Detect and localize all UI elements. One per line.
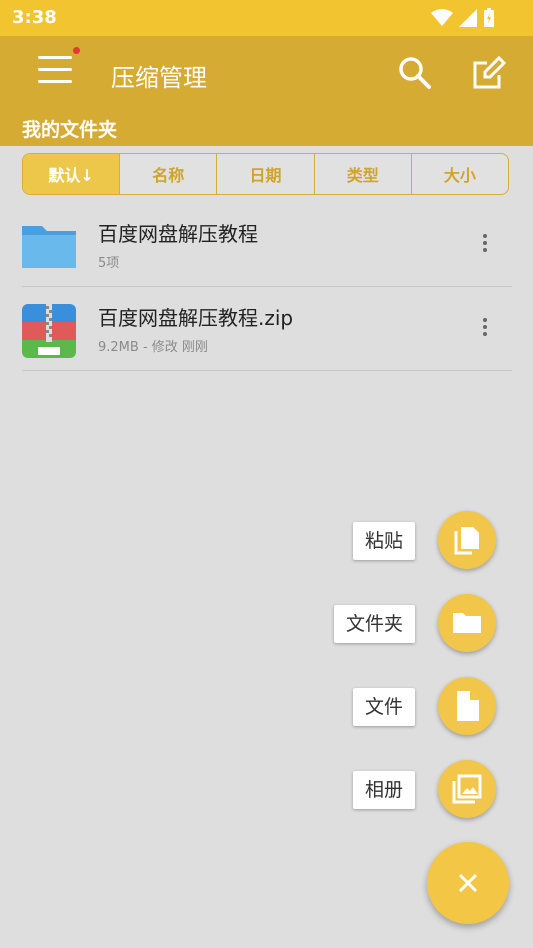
fab-label-folder[interactable]: 文件夹: [333, 605, 415, 643]
folder-icon: [22, 226, 76, 268]
sort-tab-type[interactable]: 类型: [313, 154, 411, 194]
sort-tab-name[interactable]: 名称: [119, 154, 216, 194]
edit-icon: [473, 55, 507, 89]
more-options-button[interactable]: [473, 316, 497, 340]
file-meta: 5项: [98, 256, 120, 271]
page-title: 压缩管理: [111, 64, 207, 92]
new-file-button[interactable]: [438, 677, 496, 735]
menu-icon-bar: [38, 80, 72, 83]
paste-icon: [454, 527, 479, 555]
sort-tab-size[interactable]: 大小: [410, 154, 508, 194]
sort-tabs: 默认↓ 名称 日期 类型 大小: [22, 153, 509, 195]
edit-button[interactable]: [471, 55, 507, 91]
new-folder-button[interactable]: [438, 594, 496, 652]
list-item[interactable]: 百度网盘解压教程 5项: [22, 202, 512, 287]
album-button[interactable]: [438, 760, 496, 818]
section-title: 我的文件夹: [22, 119, 118, 141]
search-button[interactable]: [397, 55, 433, 91]
search-icon: [399, 57, 431, 89]
file-icon: [457, 691, 479, 721]
more-options-button[interactable]: [473, 232, 497, 256]
menu-button[interactable]: [38, 47, 80, 92]
folder-icon: [453, 613, 481, 633]
app-bar: 压缩管理 我的文件夹: [0, 36, 533, 146]
list-item[interactable]: 百度网盘解压教程.zip 9.2MB - 修改 刚刚: [22, 286, 512, 371]
notification-dot: [73, 47, 80, 54]
sort-tab-default[interactable]: 默认↓: [23, 154, 120, 194]
battery-icon: [484, 8, 494, 27]
file-meta: 9.2MB - 修改 刚刚: [98, 340, 208, 355]
file-name: 百度网盘解压教程: [98, 222, 258, 246]
status-time: 3:38: [12, 7, 57, 28]
status-bar: 3:38: [0, 0, 533, 36]
fab-label-album[interactable]: 相册: [352, 771, 415, 809]
photo-library-icon: [452, 774, 482, 804]
file-name: 百度网盘解压教程.zip: [98, 306, 294, 330]
menu-icon-bar: [38, 68, 72, 71]
fab-close-button[interactable]: [427, 842, 509, 924]
status-icons: [431, 8, 495, 28]
signal-icon: [459, 9, 477, 27]
wifi-icon: [431, 9, 453, 26]
sort-tab-date[interactable]: 日期: [216, 154, 313, 194]
menu-icon: [38, 56, 72, 59]
close-icon: [458, 873, 478, 893]
paste-button[interactable]: [438, 511, 496, 569]
fab-label-paste[interactable]: 粘贴: [352, 522, 415, 560]
fab-label-file[interactable]: 文件: [352, 688, 415, 726]
zip-archive-icon: [22, 304, 76, 358]
